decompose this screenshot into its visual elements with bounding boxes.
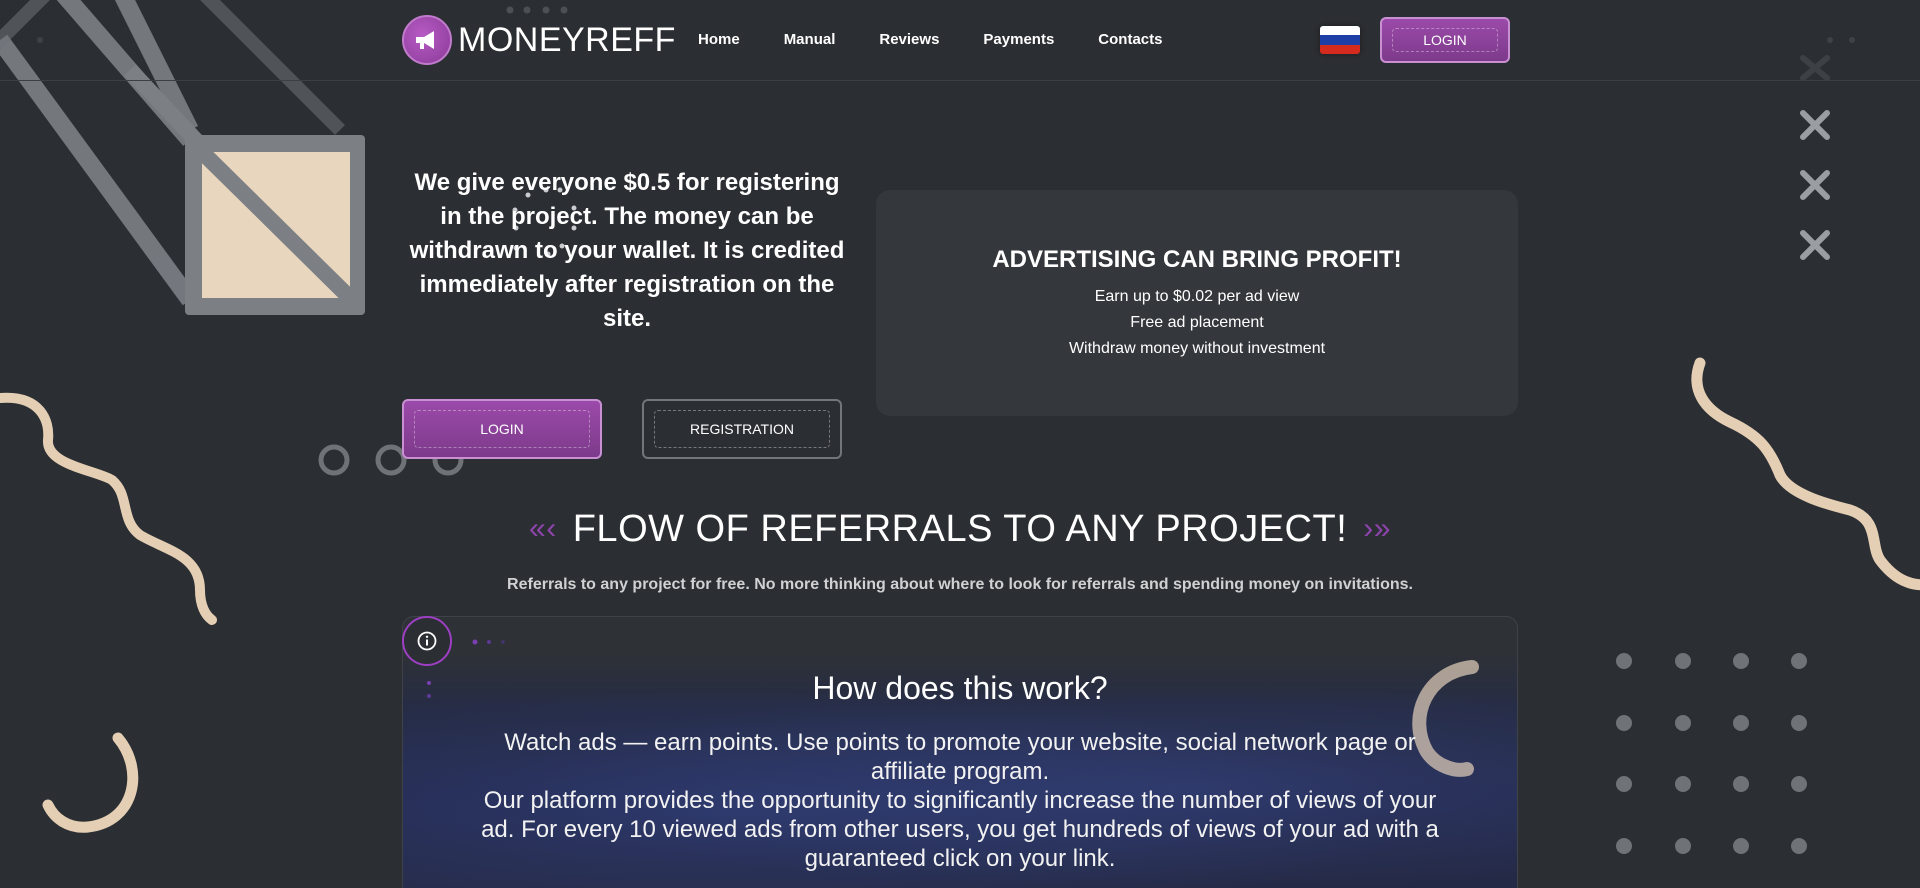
advertising-item: Free ad placement	[1130, 314, 1264, 331]
hero-text: We give everyone $0.5 for registering in…	[409, 169, 845, 332]
advertising-title: ADVERTISING CAN BRING PROFIT!	[992, 246, 1402, 273]
hero-registration-label: REGISTRATION	[690, 421, 794, 437]
nav-reviews[interactable]: Reviews	[879, 31, 939, 48]
how-paragraph: Watch ads — earn points. Use points to p…	[504, 729, 1416, 785]
advertising-item: Withdraw money without investment	[1068, 340, 1326, 357]
chevrons-left-icon: «‹	[529, 512, 557, 545]
nav-payments[interactable]: Payments	[983, 31, 1054, 48]
flow-subtitle: Referrals to any project for free. No mo…	[507, 576, 1413, 593]
chevrons-right-icon: ›»	[1363, 512, 1391, 545]
site-header: MONEYREFF Home Manual Reviews Payments C…	[0, 0, 1920, 81]
nav-home[interactable]: Home	[698, 31, 740, 48]
how-it-works-text: Watch ads — earn points. Use points to p…	[470, 728, 1450, 873]
hero-login-button[interactable]: LOGIN	[402, 399, 602, 459]
logo-text: MONEYREFF	[458, 20, 676, 59]
nav-contacts[interactable]: Contacts	[1098, 31, 1162, 48]
advertising-item: Earn up to $0.02 per ad view	[1094, 288, 1300, 305]
how-paragraph: Our platform provides the opportunity to…	[481, 787, 1439, 872]
site-logo[interactable]: MONEYREFF	[402, 15, 676, 65]
flow-section-title: «‹ FLOW OF REFERRALS TO ANY PROJECT! ›»	[0, 508, 1920, 551]
megaphone-icon	[402, 15, 452, 65]
hero-registration-button[interactable]: REGISTRATION	[642, 399, 842, 459]
info-icon[interactable]	[402, 616, 452, 666]
nav-manual[interactable]: Manual	[784, 31, 836, 48]
how-it-works-title: How does this work?	[812, 670, 1108, 706]
main-nav: Home Manual Reviews Payments Contacts	[698, 31, 1206, 48]
header-login-label: LOGIN	[1423, 32, 1467, 48]
flow-title-text: FLOW OF REFERRALS TO ANY PROJECT!	[572, 508, 1348, 550]
advertising-panel: ADVERTISING CAN BRING PROFIT! Earn up to…	[876, 190, 1518, 416]
russian-flag-icon[interactable]	[1320, 26, 1360, 54]
hero-login-label: LOGIN	[480, 421, 524, 437]
advertising-list: Earn up to $0.02 per ad view Free ad pla…	[876, 284, 1518, 362]
header-login-button[interactable]: LOGIN	[1380, 17, 1510, 63]
